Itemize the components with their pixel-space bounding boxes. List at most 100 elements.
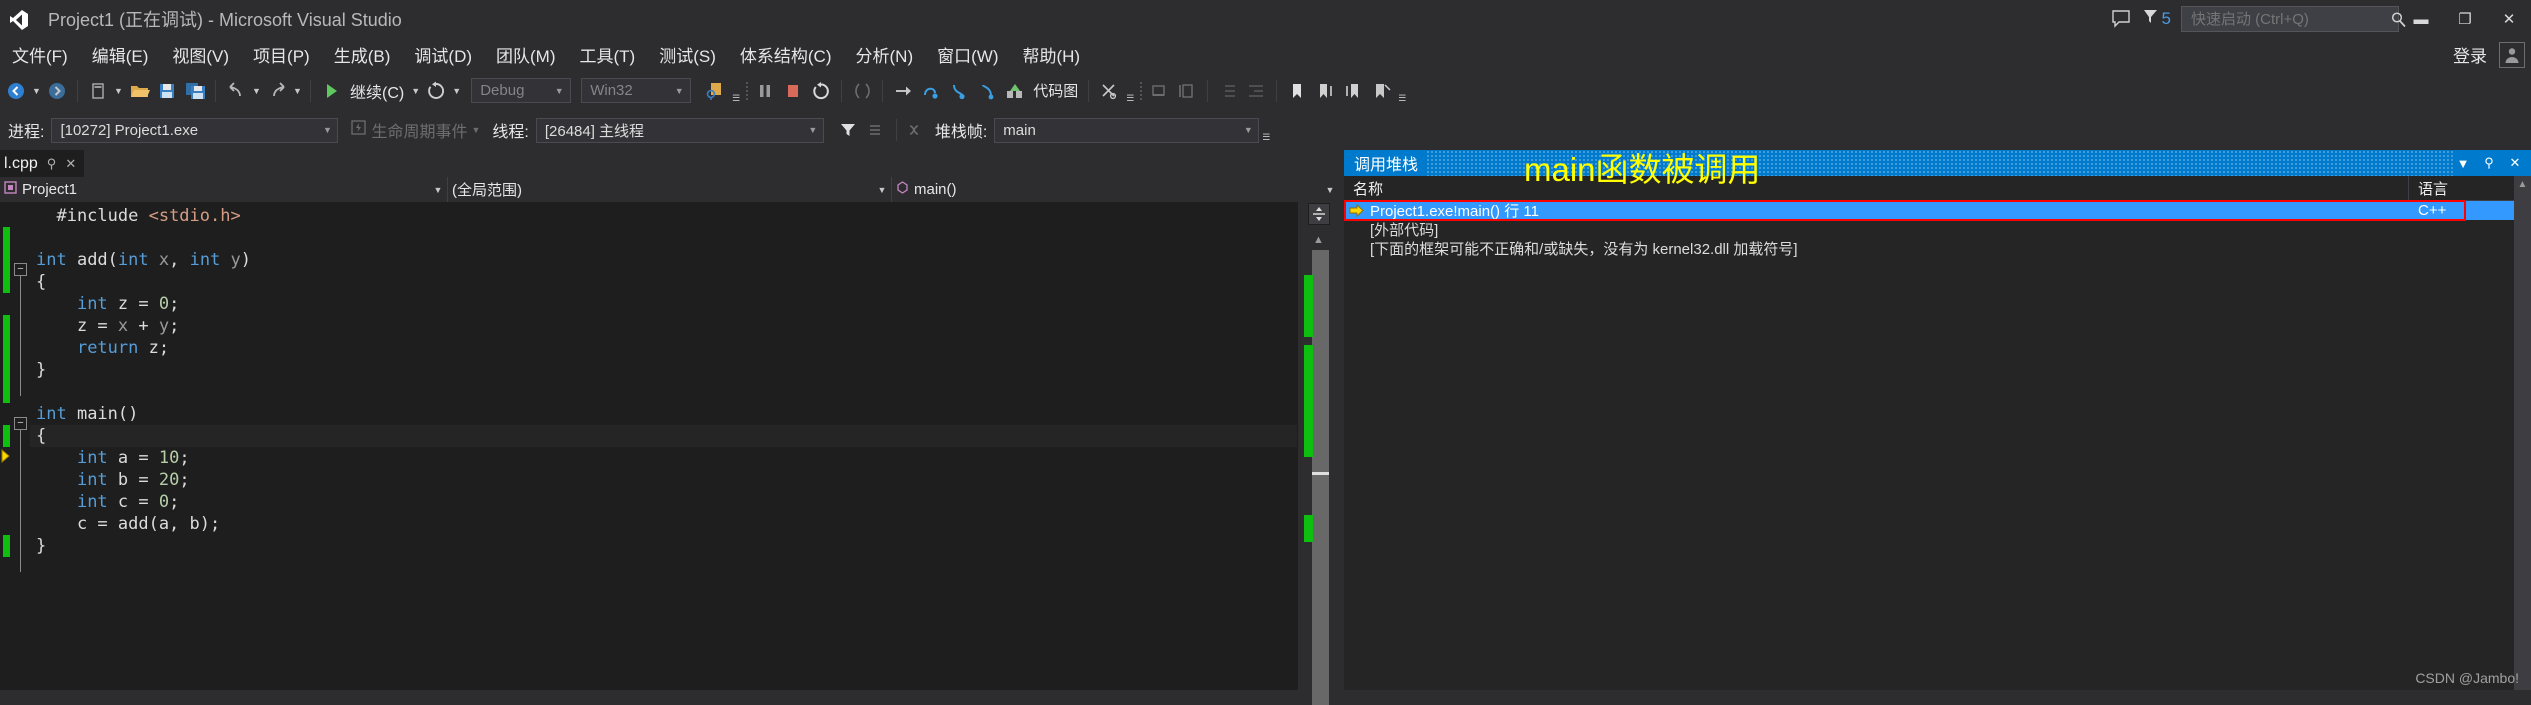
menu-item-project[interactable]: 项目(P) [241, 38, 322, 71]
restart-debugging-icon[interactable] [807, 76, 835, 106]
comment-selection-icon[interactable] [1145, 76, 1173, 106]
stop-debugging-icon[interactable] [779, 76, 807, 106]
navigate-back-dropdown[interactable]: ▼ [30, 76, 43, 106]
split-editor-icon[interactable] [1307, 203, 1330, 225]
menu-item-architecture[interactable]: 体系结构(C) [728, 38, 844, 71]
close-button[interactable]: ✕ [2487, 0, 2531, 38]
table-row[interactable]: Project1.exe!main() 行 11 C++ [1344, 201, 2531, 220]
code-map-button[interactable]: 代码图 [1029, 80, 1082, 101]
menu-item-help[interactable]: 帮助(H) [1010, 38, 1092, 71]
quick-launch-box[interactable] [2181, 6, 2406, 32]
uncomment-selection-icon[interactable] [1173, 76, 1201, 106]
code-line-current[interactable]: { [30, 425, 1297, 447]
process-combo[interactable]: [10272] Project1.exe ▼ [51, 117, 339, 143]
menu-item-test[interactable]: 测试(S) [647, 38, 728, 71]
collapse-region-icon[interactable]: − [14, 263, 27, 276]
continue-button[interactable]: 继续(C) [345, 79, 409, 103]
save-icon[interactable] [153, 76, 181, 106]
restart-dropdown[interactable]: ▼ [450, 76, 463, 106]
feedback-smiley-icon[interactable] [2104, 0, 2138, 38]
user-avatar-icon[interactable] [2499, 41, 2525, 68]
pin-icon[interactable]: ⚲ [2479, 153, 2499, 173]
code-line[interactable]: int add(int x, int y) [30, 249, 1297, 271]
menu-item-file[interactable]: 文件(F) [0, 38, 80, 71]
previous-bookmark-icon[interactable] [1311, 76, 1339, 106]
bookmark-icon[interactable] [1283, 76, 1311, 106]
restart-icon[interactable] [422, 76, 450, 106]
scrollbar-thumb[interactable] [1312, 250, 1329, 705]
filter-funnel-icon[interactable] [834, 115, 862, 145]
editor-vertical-scrollbar[interactable]: ▲ [1297, 202, 1339, 705]
sign-in-link[interactable]: 登录 [2453, 42, 2487, 67]
redo-icon[interactable] [263, 76, 291, 106]
thread-marker-icon[interactable] [862, 115, 890, 145]
navigate-forward-icon[interactable] [43, 76, 71, 106]
menu-item-view[interactable]: 视图(V) [160, 38, 241, 71]
menu-item-debug[interactable]: 调试(D) [402, 38, 484, 71]
toolbar-grip[interactable] [743, 79, 751, 103]
open-folder-icon[interactable] [125, 76, 153, 106]
scroll-up-arrow-icon[interactable]: ▲ [1298, 231, 1339, 249]
solution-configuration-combo[interactable]: Debug ▼ [471, 78, 572, 103]
call-stack-vertical-scrollbar[interactable]: ▲ [2514, 176, 2531, 690]
call-stack-rows[interactable]: Project1.exe!main() 行 11 C++ [外部代码] [下面的… [1344, 200, 2531, 690]
code-line[interactable]: { [30, 271, 1297, 293]
chevron-down-icon[interactable]: ▼ [2453, 153, 2473, 173]
collapse-region-icon[interactable]: − [14, 417, 27, 430]
stack-frame-combo[interactable]: main ▼ [994, 117, 1260, 143]
chevron-down-icon[interactable]: ▼ [471, 125, 480, 135]
undo-icon[interactable] [222, 76, 250, 106]
menu-item-edit[interactable]: 编辑(E) [80, 38, 161, 71]
solution-platform-combo[interactable]: Win32 ▼ [581, 78, 692, 103]
debug-location-overflow[interactable]: ☰ [1259, 115, 1273, 145]
clear-bookmarks-icon[interactable] [1367, 76, 1395, 106]
notifications-button[interactable]: 5 [2142, 8, 2171, 30]
navigate-back-icon[interactable] [2, 76, 30, 106]
thread-combo[interactable]: [26484] 主线程 ▼ [535, 117, 824, 143]
pause-break-all-icon[interactable] [751, 76, 779, 106]
attach-to-process-icon[interactable] [701, 76, 729, 106]
code-line[interactable]: int main() [30, 403, 1297, 425]
navbar-project-combo[interactable]: Project1 ▼ [0, 177, 448, 202]
code-text-lines[interactable]: #include <stdio.h> int add(int x, int y)… [30, 202, 1297, 690]
magnifier-icon[interactable] [2390, 11, 2407, 28]
code-line[interactable]: int b = 20; [30, 469, 1297, 491]
increase-indent-icon[interactable] [1242, 76, 1270, 106]
continue-dropdown[interactable]: ▼ [409, 76, 422, 106]
lifecycle-events-button[interactable]: 生命周期事件 ▼ [348, 118, 482, 142]
menu-item-tools[interactable]: 工具(T) [568, 38, 648, 71]
close-icon[interactable]: ✕ [65, 156, 76, 172]
next-bookmark-icon[interactable] [1339, 76, 1367, 106]
editor-tab-cpp-file[interactable]: l.cpp ⚲ ✕ [0, 150, 85, 177]
play-continue-icon[interactable] [317, 76, 345, 106]
debug-toolbar-overflow[interactable]: ☰ [1123, 76, 1137, 106]
scroll-up-arrow-icon[interactable]: ▲ [2514, 176, 2531, 193]
new-item-icon[interactable] [84, 76, 112, 106]
undo-dropdown[interactable]: ▼ [250, 76, 263, 106]
editor-outlining-margin[interactable]: − − [14, 202, 30, 690]
decrease-indent-icon[interactable] [1214, 76, 1242, 106]
step-out-icon[interactable] [973, 76, 1001, 106]
code-map-icon[interactable] [1001, 76, 1029, 106]
code-line[interactable] [30, 381, 1297, 403]
close-icon[interactable]: ✕ [2505, 153, 2525, 173]
table-row[interactable]: [下面的框架可能不正确和/或缺失，没有为 kernel32.dll 加载符号] [1344, 239, 2531, 258]
code-line[interactable] [30, 227, 1297, 249]
code-line[interactable]: int a = 10; [30, 447, 1297, 469]
redo-dropdown[interactable]: ▼ [291, 76, 304, 106]
toolbar-overflow-button[interactable]: ☰ [729, 76, 743, 106]
scrollbar-track[interactable] [1304, 250, 1329, 705]
step-into-icon[interactable] [945, 76, 973, 106]
menu-item-build[interactable]: 生成(B) [322, 38, 403, 71]
stack-frame-icon[interactable] [903, 115, 931, 145]
code-line[interactable]: return z; [30, 337, 1297, 359]
toolbar-grip[interactable] [1137, 79, 1145, 103]
new-item-dropdown[interactable]: ▼ [112, 76, 125, 106]
step-over-icon[interactable] [917, 76, 945, 106]
menu-item-analyze[interactable]: 分析(N) [844, 38, 926, 71]
pin-icon[interactable]: ⚲ [47, 156, 57, 172]
save-all-icon[interactable] [181, 76, 209, 106]
navbar-member-combo[interactable]: main() ▼ [892, 177, 1339, 202]
code-line[interactable]: z = x + y; [30, 315, 1297, 337]
menu-item-team[interactable]: 团队(M) [484, 38, 567, 71]
